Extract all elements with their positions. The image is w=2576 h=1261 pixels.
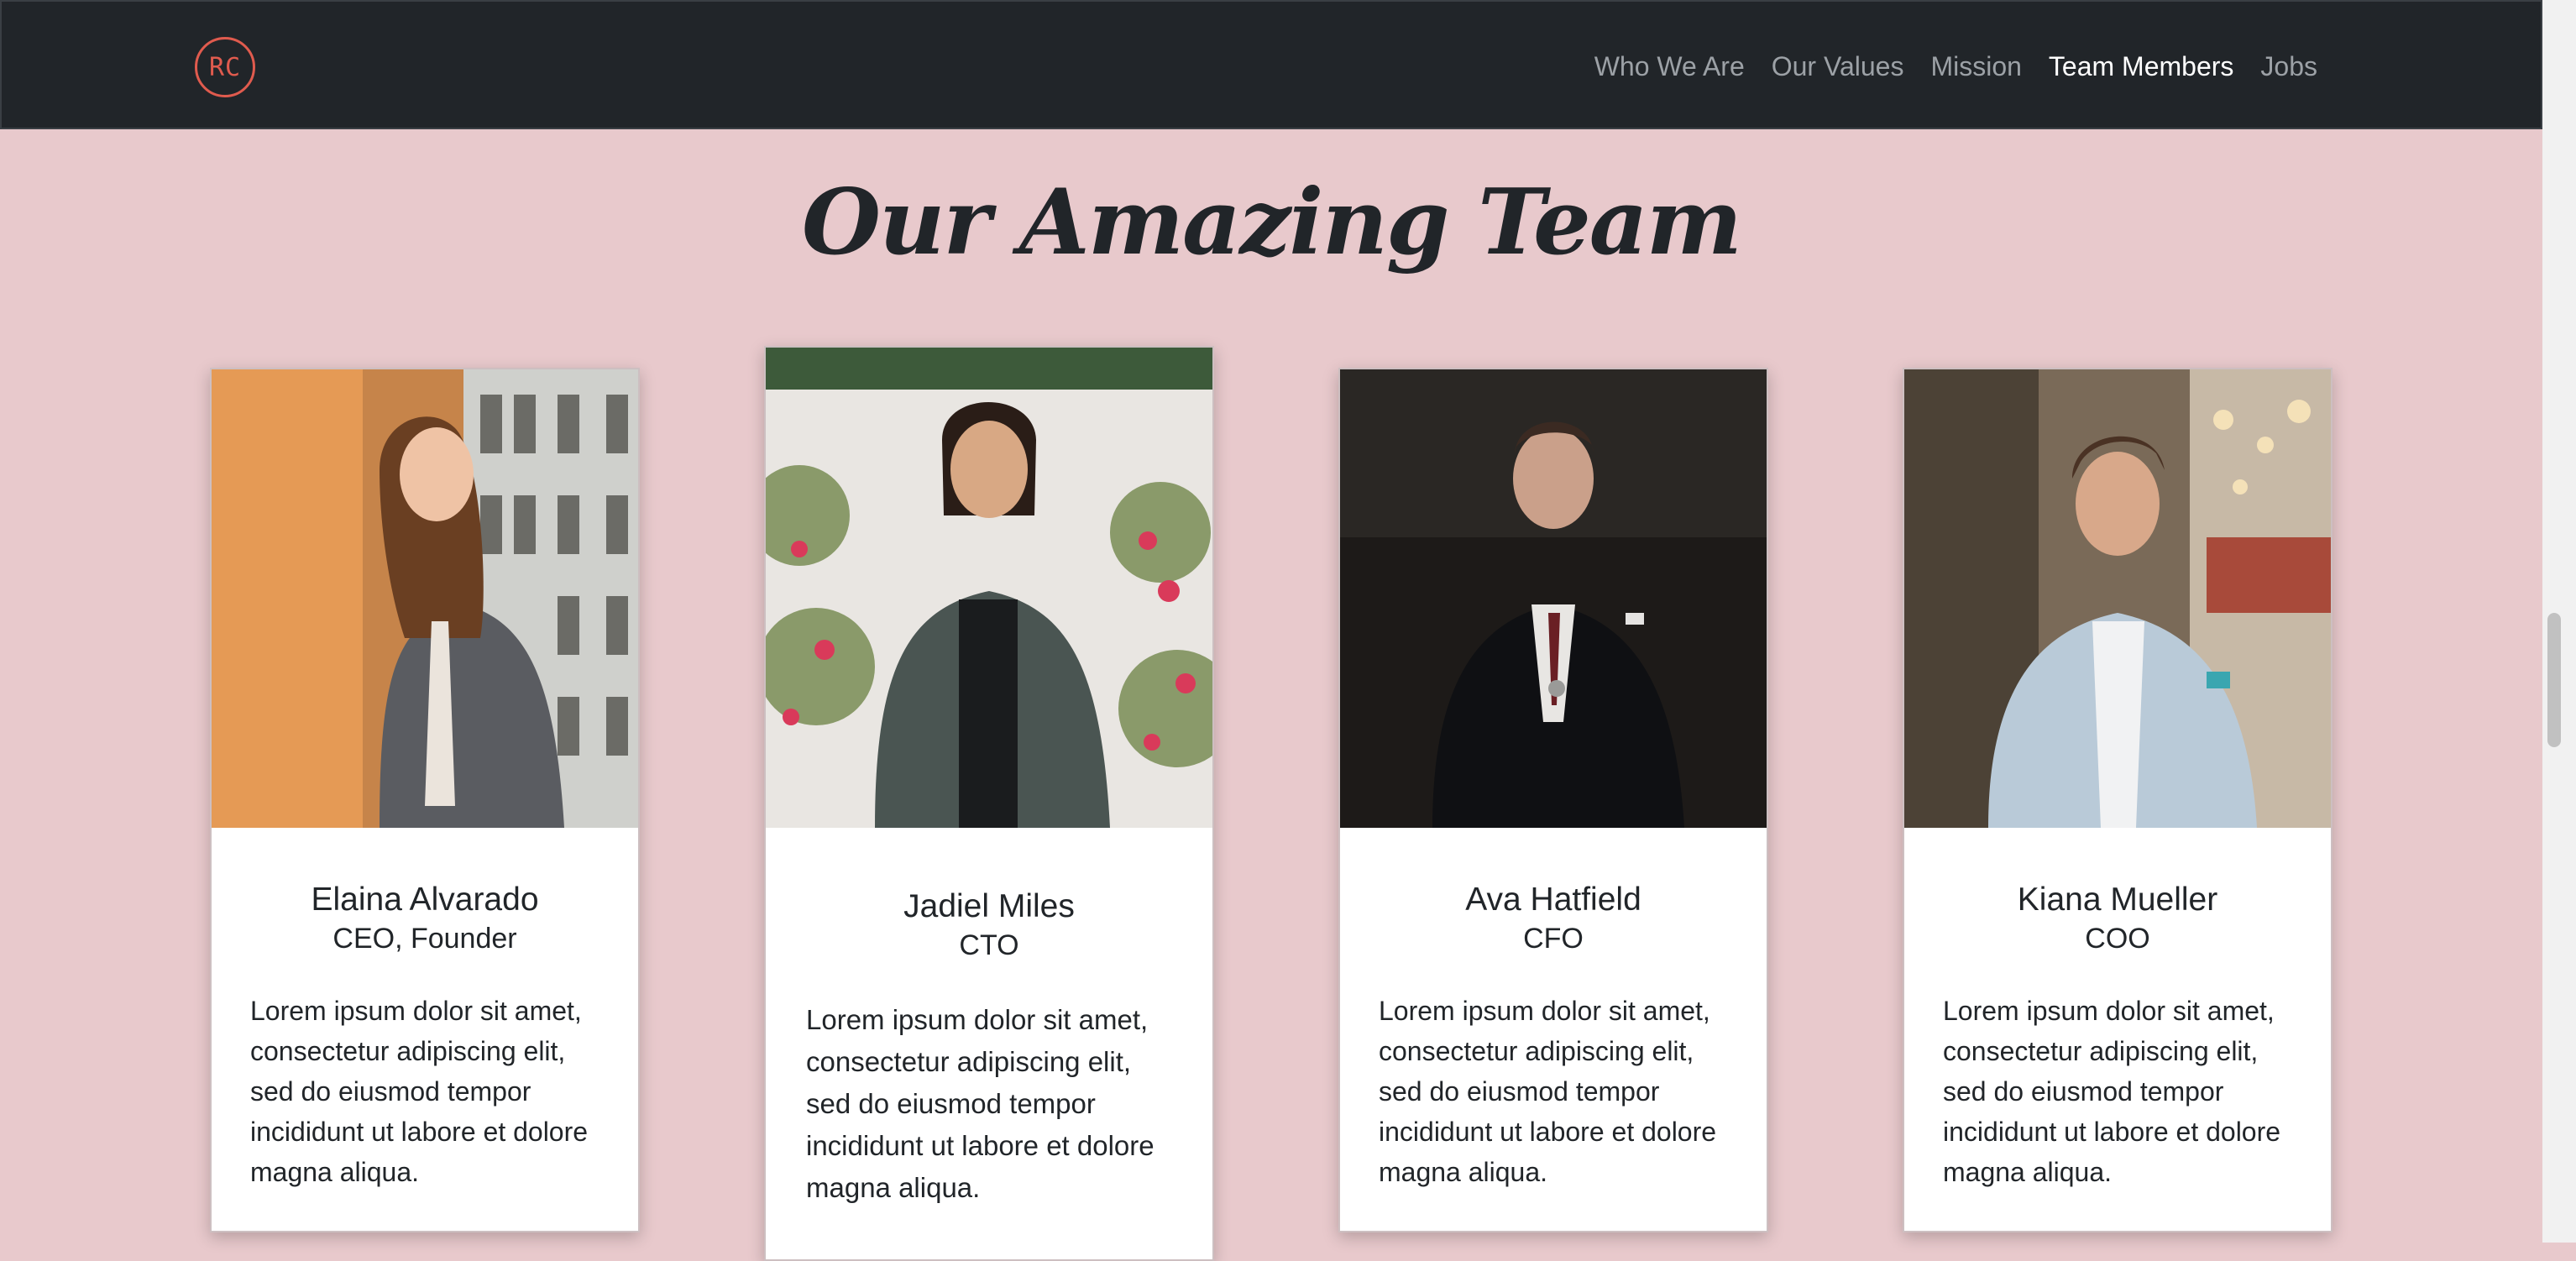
nav-link-our-values[interactable]: Our Values xyxy=(1772,45,1904,87)
member-name: Jadiel Miles xyxy=(903,888,1075,924)
team-card: Elaina Alvarado CEO, Founder Lorem ipsum… xyxy=(210,368,640,1232)
member-bio: Lorem ipsum dolor sit amet, consectetur … xyxy=(250,996,589,1187)
main-nav: Who We Are Our Values Mission Team Membe… xyxy=(1594,45,2317,87)
member-role: CFO xyxy=(1523,923,1584,955)
member-role: CTO xyxy=(959,929,1019,961)
nav-link-team-members[interactable]: Team Members xyxy=(2049,45,2234,87)
member-bio: Lorem ipsum dolor sit amet, consectetur … xyxy=(1943,996,2281,1187)
member-name: Elaina Alvarado xyxy=(311,882,539,918)
team-card: Jadiel Miles CTO Lorem ipsum dolor sit a… xyxy=(764,346,1214,1261)
team-photo xyxy=(1904,369,2331,828)
member-bio: Lorem ipsum dolor sit amet, consectetur … xyxy=(1379,996,1717,1187)
member-role: COO xyxy=(2085,923,2150,955)
nav-link-jobs[interactable]: Jobs xyxy=(2260,45,2317,87)
team-photo xyxy=(1340,369,1767,828)
member-name: Kiana Mueller xyxy=(2017,882,2218,918)
rc-logo[interactable]: RC xyxy=(195,37,255,97)
member-role: CEO, Founder xyxy=(332,923,517,955)
page-title: Our Amazing Team xyxy=(801,170,1742,275)
nav-link-mission[interactable]: Mission xyxy=(1930,45,2021,87)
scrollbar-thumb[interactable] xyxy=(2547,613,2561,747)
team-photo xyxy=(766,348,1212,828)
top-navbar: RC Who We Are Our Values Mission Team Me… xyxy=(0,0,2542,129)
member-name: Ava Hatfield xyxy=(1465,882,1641,918)
member-bio: Lorem ipsum dolor sit amet, consectetur … xyxy=(806,1004,1154,1203)
team-card: Ava Hatfield CFO Lorem ipsum dolor sit a… xyxy=(1338,368,1768,1232)
team-card: Kiana Mueller COO Lorem ipsum dolor sit … xyxy=(1903,368,2333,1232)
nav-link-who-we-are[interactable]: Who We Are xyxy=(1594,45,1745,87)
team-photo xyxy=(212,369,638,828)
